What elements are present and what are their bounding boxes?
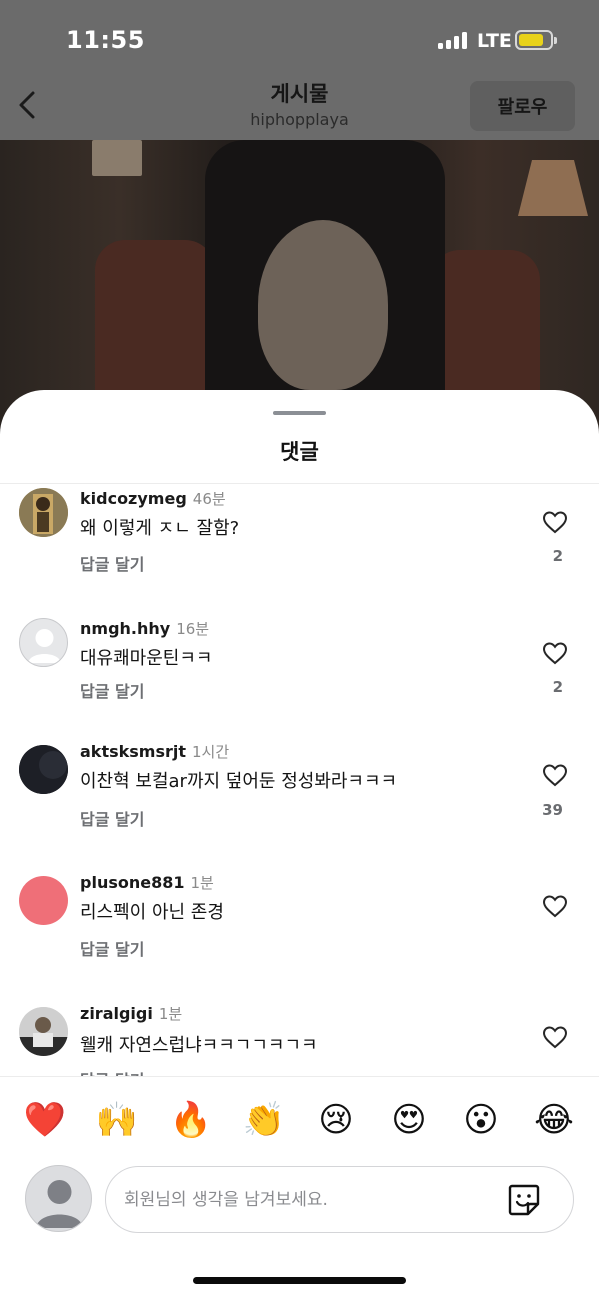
comment-username[interactable]: plusone881 1분 xyxy=(80,872,214,893)
emoji-raising-hands[interactable]: 🙌 xyxy=(95,1098,139,1142)
sheet-title: 댓글 xyxy=(280,440,319,464)
comment-composer[interactable] xyxy=(105,1166,574,1233)
comment-time: 1시간 xyxy=(192,743,230,761)
status-bar: 11:55 LTE xyxy=(0,0,599,80)
comment-time: 1분 xyxy=(158,1005,183,1023)
comment-time: 46분 xyxy=(192,490,226,508)
network-label: LTE xyxy=(477,30,512,52)
like-count: 2 xyxy=(552,678,563,696)
comment-text: 이찬혁 보컬ar까지 덮어둔 정성봐라ㅋㅋㅋ xyxy=(80,771,398,792)
avatar[interactable] xyxy=(19,488,68,537)
heart-icon[interactable] xyxy=(542,763,568,787)
emoji-crying[interactable]: 😢 xyxy=(314,1098,358,1142)
comment-time: 1분 xyxy=(190,874,214,892)
avatar[interactable] xyxy=(19,1007,68,1056)
comment-username[interactable]: kidcozymeg 46분 xyxy=(80,488,226,509)
emoji-clapping[interactable]: 👏 xyxy=(242,1098,286,1142)
reply-button[interactable]: 답글 달기 xyxy=(80,936,144,960)
heart-icon[interactable] xyxy=(542,641,568,665)
reply-button[interactable]: 답글 달기 xyxy=(80,1067,144,1076)
avatar[interactable] xyxy=(19,618,68,667)
avatar[interactable] xyxy=(19,876,68,925)
emoji-laughing[interactable]: 😂 xyxy=(532,1098,576,1142)
sheet-grabber[interactable] xyxy=(273,411,326,415)
comment-username[interactable]: aktsksmsrjt 1시간 xyxy=(80,741,229,762)
battery-icon xyxy=(515,30,557,50)
comments-sheet: 댓글 kidcozymeg 46분 왜 이렇게 ㅈㄴ 잘함? 답글 달기 2 nm… xyxy=(0,390,599,1298)
avatar[interactable] xyxy=(19,745,68,794)
divider xyxy=(0,1076,599,1077)
emoji-heart[interactable]: ❤️ xyxy=(23,1098,67,1142)
comment-text: 웰캐 자연스럽냐ㅋㅋㄱㄱㅋㄱㅋ xyxy=(80,1035,318,1056)
heart-icon[interactable] xyxy=(542,1025,568,1049)
emoji-fire[interactable]: 🔥 xyxy=(169,1098,213,1142)
comment-item: ziralgigi1분 웰캐 자연스럽냐ㅋㅋㄱㄱㅋㄱㅋ 답글 달기 xyxy=(0,1003,599,1076)
sticker-icon[interactable] xyxy=(506,1182,542,1218)
comment-item: aktsksmsrjt 1시간 이찬혁 보컬ar까지 덮어둔 정성봐라ㅋㅋㅋ 답글… xyxy=(0,741,599,851)
signal-icon xyxy=(438,31,467,49)
my-avatar xyxy=(25,1165,92,1232)
reply-button[interactable]: 답글 달기 xyxy=(80,551,144,575)
status-time: 11:55 xyxy=(66,26,145,54)
comment-item: plusone881 1분 리스펙이 아닌 존경 답글 달기 xyxy=(0,872,599,982)
comment-input[interactable] xyxy=(124,1185,494,1215)
comment-text: 왜 이렇게 ㅈㄴ 잘함? xyxy=(80,518,240,539)
heart-icon[interactable] xyxy=(542,894,568,918)
emoji-heart-eyes[interactable]: 😍 xyxy=(387,1098,431,1142)
heart-icon[interactable] xyxy=(542,510,568,534)
comment-item: kidcozymeg 46분 왜 이렇게 ㅈㄴ 잘함? 답글 달기 2 xyxy=(0,484,599,594)
reply-button[interactable]: 답글 달기 xyxy=(80,678,144,702)
emoji-reaction-bar: ❤️ 🙌 🔥 👏 😢 😍 😮 😂 xyxy=(0,1098,599,1146)
reply-button[interactable]: 답글 달기 xyxy=(80,806,144,830)
emoji-surprised[interactable]: 😮 xyxy=(459,1098,503,1142)
comment-text: 리스펙이 아닌 존경 xyxy=(80,902,224,923)
comment-username[interactable]: ziralgigi 1분 xyxy=(80,1003,182,1024)
follow-button[interactable]: 팔로우 xyxy=(470,81,575,131)
comment-username[interactable]: nmgh.hhy 16분 xyxy=(80,618,209,639)
comment-list[interactable]: kidcozymeg 46분 왜 이렇게 ㅈㄴ 잘함? 답글 달기 2 nmgh.… xyxy=(0,484,599,1076)
like-count: 39 xyxy=(542,801,563,819)
home-indicator[interactable] xyxy=(193,1277,406,1284)
comment-text: 대유쾌마운틴ㅋㅋ xyxy=(80,648,213,669)
comment-time: 16분 xyxy=(176,620,210,638)
like-count: 2 xyxy=(552,547,563,565)
comment-item: nmgh.hhy 16분 대유쾌마운틴ㅋㅋ 답글 달기 2 xyxy=(0,614,599,724)
